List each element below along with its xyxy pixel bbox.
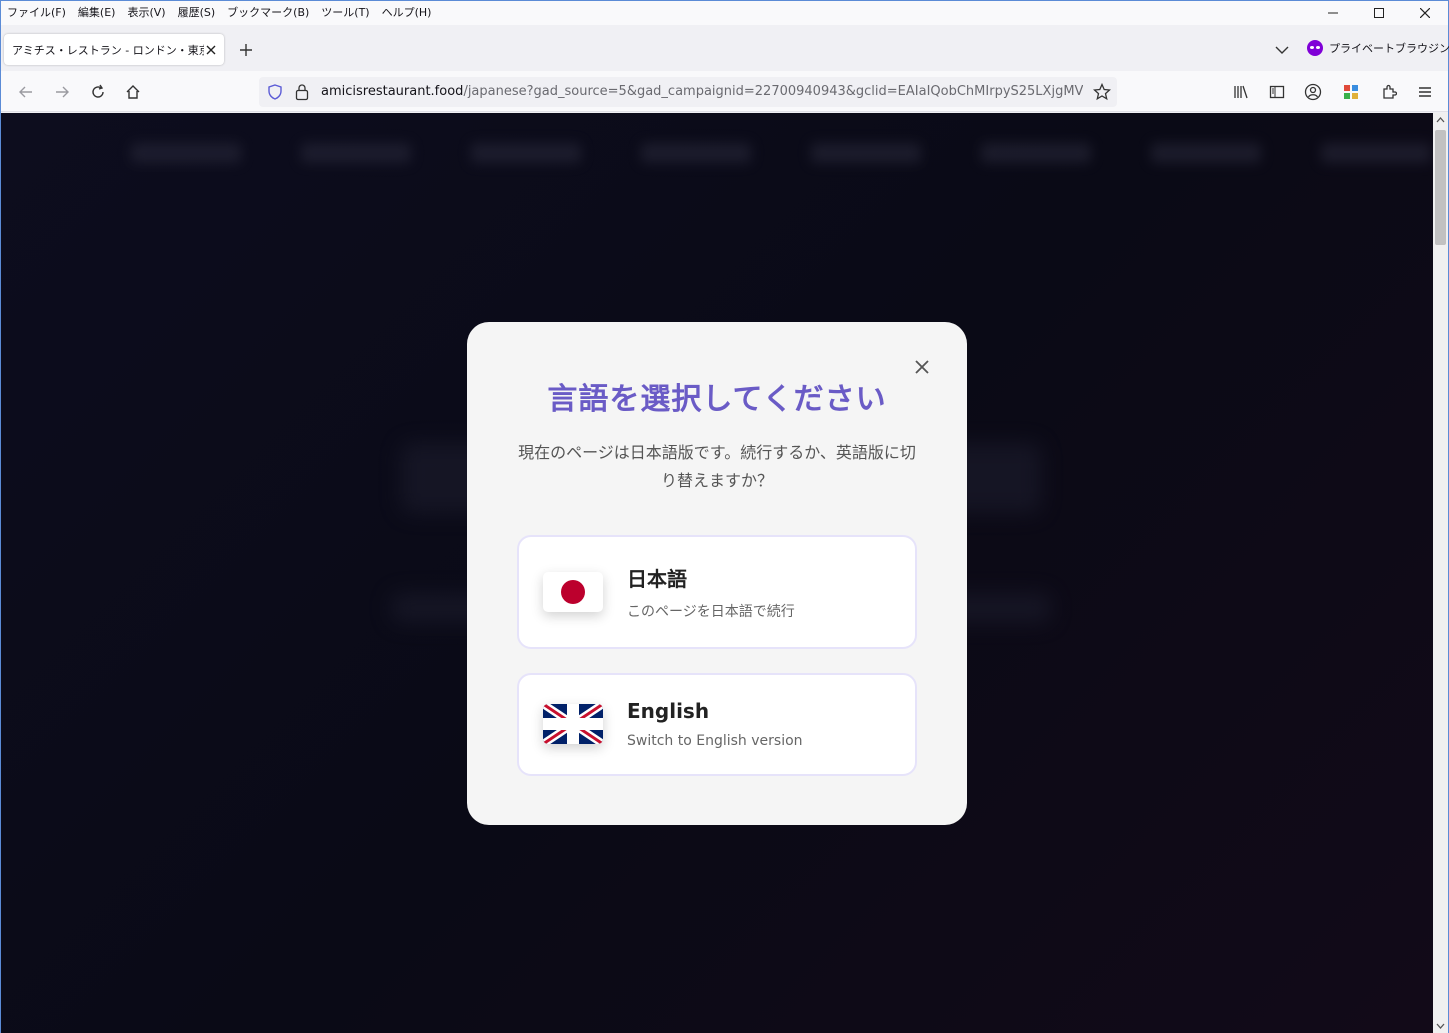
window-controls [1310, 1, 1448, 25]
menu-bookmarks[interactable]: ブックマーク(B) [221, 1, 315, 25]
scroll-down-arrow-icon[interactable] [1436, 1021, 1445, 1030]
private-browsing-label: プライベートブラウジング [1329, 42, 1449, 55]
page-scrollbar[interactable] [1433, 113, 1448, 1033]
private-browsing-indicator: プライベートブラウジング [1307, 40, 1449, 56]
url-host: amicisrestaurant.food [321, 84, 464, 99]
sidebar-button[interactable] [1265, 80, 1289, 104]
url-text: amicisrestaurant.food/japanese?gad_sourc… [321, 84, 1083, 99]
close-icon [915, 360, 929, 374]
japan-flag-icon [543, 572, 603, 612]
puzzle-icon [1383, 84, 1397, 99]
minimize-icon [1328, 12, 1338, 14]
scroll-up-arrow-icon[interactable] [1436, 116, 1445, 125]
minimize-button[interactable] [1310, 1, 1356, 25]
language-option-name: 日本語 [627, 567, 687, 591]
arrow-right-icon [56, 86, 69, 98]
language-select-modal: 言語を選択してください 現在のページは日本語版です。続行するか、英語版に切り替え… [467, 322, 967, 825]
library-icon [1234, 85, 1248, 99]
language-option-subtitle: このページを日本語で続行 [627, 604, 795, 620]
extensions-button[interactable] [1377, 80, 1401, 104]
reload-icon [92, 84, 104, 98]
private-mask-icon [1307, 40, 1323, 56]
language-option-subtitle: Switch to English version [627, 733, 803, 749]
menu-history[interactable]: 履歴(S) [172, 1, 222, 25]
app-menu-button[interactable] [1413, 80, 1437, 104]
sidebar-icon [1269, 85, 1285, 99]
uk-flag-icon [543, 704, 603, 744]
menu-bar: ファイル(F) 編集(E) 表示(V) 履歴(S) ブックマーク(B) ツール(… [1, 1, 1448, 25]
hamburger-menu-icon [1419, 87, 1431, 97]
account-icon [1304, 83, 1322, 101]
language-option-english[interactable]: English Switch to English version [517, 673, 917, 776]
extensions-grid-icon [1344, 85, 1358, 99]
modal-description: 現在のページは日本語版です。続行するか、英語版に切り替えますか？ [518, 443, 916, 490]
url-path: /japanese?gad_source=5&gad_campaignid=22… [463, 84, 1083, 99]
language-option-name: English [627, 699, 710, 723]
home-button[interactable] [121, 80, 145, 104]
reload-button[interactable] [86, 80, 110, 104]
close-icon [1420, 8, 1430, 18]
account-button[interactable] [1301, 80, 1325, 104]
library-button[interactable] [1229, 80, 1253, 104]
menu-edit[interactable]: 編集(E) [72, 1, 122, 25]
language-option-japanese[interactable]: 日本語 このページを日本語で続行 [517, 535, 917, 649]
modal-title: 言語を選択してください [547, 382, 887, 417]
shield-icon[interactable] [267, 84, 283, 100]
extensions-grid-button[interactable] [1339, 80, 1363, 104]
forward-button[interactable] [50, 80, 74, 104]
maximize-icon [1374, 8, 1384, 18]
browser-tab[interactable]: アミチス・レストラン - ロンドン・東京の日本 [4, 34, 224, 65]
chevron-down-icon [1275, 46, 1289, 54]
menu-help[interactable]: ヘルプ(H) [376, 1, 438, 25]
url-bar[interactable]: amicisrestaurant.food/japanese?gad_sourc… [259, 77, 1117, 107]
window-close-button[interactable] [1402, 1, 1448, 25]
plus-icon [240, 44, 252, 56]
navigation-toolbar: amicisrestaurant.food/japanese?gad_sourc… [1, 71, 1448, 112]
lock-icon[interactable] [295, 83, 309, 101]
new-tab-button[interactable] [235, 39, 257, 61]
bookmark-star-icon[interactable] [1093, 83, 1111, 101]
menu-file[interactable]: ファイル(F) [1, 1, 72, 25]
tab-title: アミチス・レストラン - ロンドン・東京の日本 [12, 43, 204, 57]
maximize-button[interactable] [1356, 1, 1402, 25]
back-button[interactable] [14, 80, 38, 104]
tab-close-button[interactable] [204, 43, 218, 57]
menu-view[interactable]: 表示(V) [121, 1, 171, 25]
blurred-site-nav [131, 143, 1431, 163]
arrow-left-icon [19, 86, 32, 98]
menu-tools[interactable]: ツール(T) [315, 1, 375, 25]
home-icon [126, 85, 140, 99]
close-icon [206, 45, 216, 54]
tab-strip: アミチス・レストラン - ロンドン・東京の日本 プライベートブラウジング [1, 25, 1449, 71]
tab-list-button[interactable] [1271, 39, 1293, 61]
scrollbar-thumb[interactable] [1435, 130, 1446, 245]
